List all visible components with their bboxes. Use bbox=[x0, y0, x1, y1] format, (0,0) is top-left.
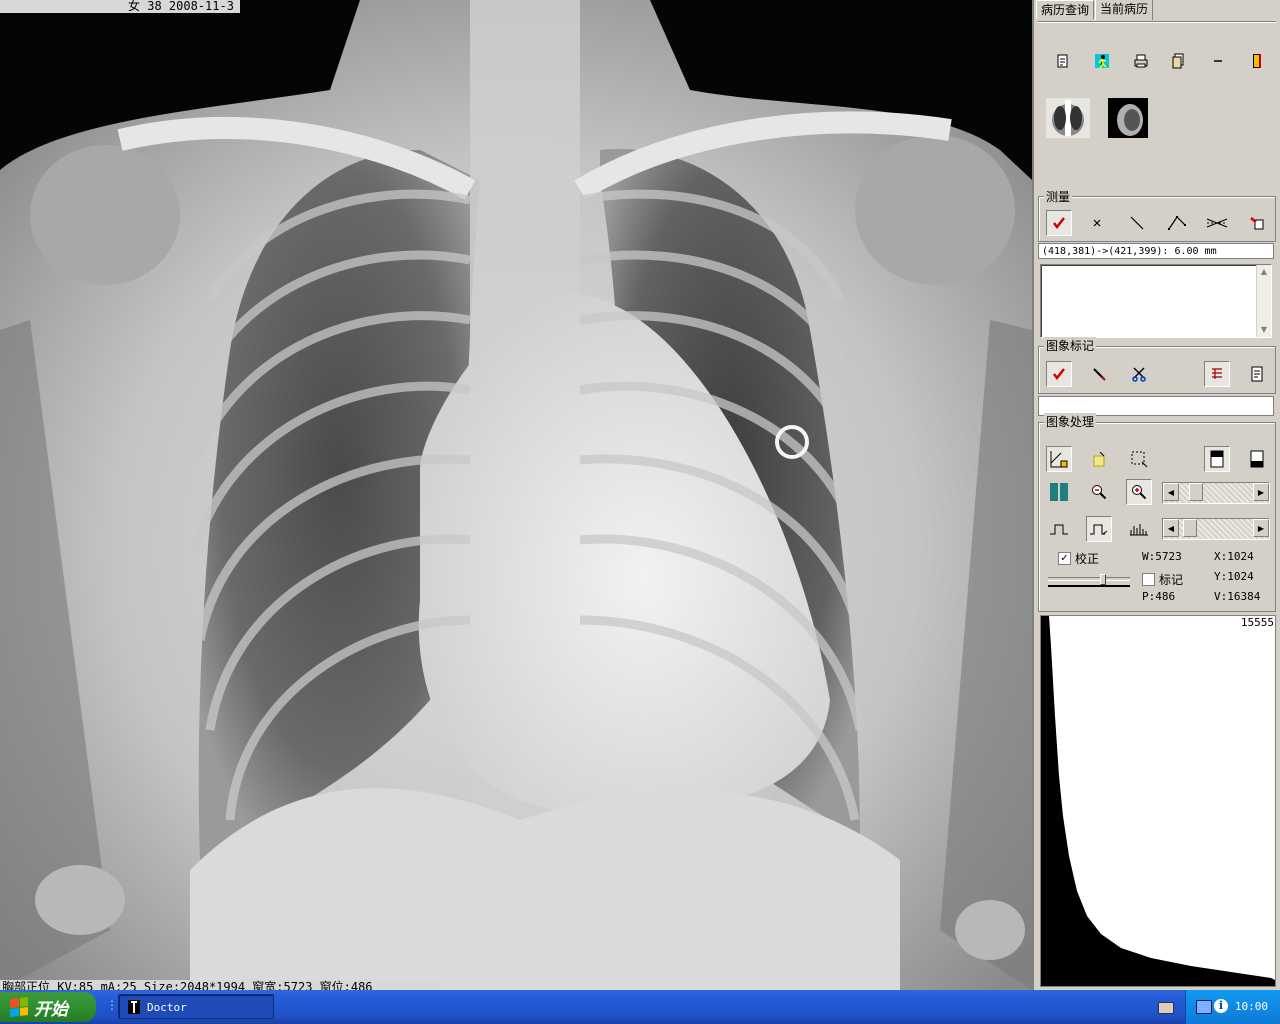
exit-door-icon[interactable] bbox=[1244, 48, 1270, 74]
split-view-icon[interactable] bbox=[1046, 479, 1072, 505]
mark-checkbox[interactable]: 标记 bbox=[1142, 571, 1183, 588]
x-value: X:1024 bbox=[1214, 550, 1254, 563]
histogram-area bbox=[1041, 616, 1275, 986]
zoom-out-icon[interactable] bbox=[1086, 479, 1112, 505]
mark-label: 标记 bbox=[1159, 573, 1184, 587]
zoom-slider-thumb[interactable] bbox=[1189, 483, 1203, 501]
doctor-app-icon bbox=[128, 1000, 140, 1014]
info-icon[interactable]: i bbox=[1214, 999, 1228, 1013]
measure-readout: (418,381)->(421,399): 6.00 mm bbox=[1038, 243, 1274, 259]
ruler-measure-icon[interactable] bbox=[1204, 210, 1230, 236]
measure-group-label: 测量 bbox=[1044, 188, 1073, 205]
line-measure-icon[interactable] bbox=[1124, 210, 1150, 236]
start-label: 开始 bbox=[34, 999, 68, 1020]
histogram-max-label: 15555 bbox=[1240, 616, 1274, 629]
chest-xray-image[interactable] bbox=[0, 0, 1032, 990]
zoom-slider[interactable]: ◀ ▶ bbox=[1162, 482, 1270, 504]
tab-record-query[interactable]: 病历查询 bbox=[1036, 0, 1095, 19]
notes-textarea[interactable]: ▲ ▼ bbox=[1040, 264, 1272, 338]
histogram-panel[interactable]: 0 15555 bbox=[1040, 615, 1276, 987]
point-cross-icon[interactable] bbox=[1084, 210, 1110, 236]
annotate-region-icon[interactable] bbox=[1086, 446, 1112, 472]
minimize-icon[interactable] bbox=[1205, 48, 1231, 74]
control-panel: 病历查询 当前病历 测量 (418,381)->(421,399): 6.00 … bbox=[1032, 0, 1280, 990]
y-value: Y:1024 bbox=[1214, 570, 1254, 583]
thumbnail-chest-lateral[interactable] bbox=[1108, 98, 1148, 138]
checkmark-icon[interactable] bbox=[1046, 210, 1072, 236]
window-top-icon[interactable] bbox=[1204, 446, 1230, 472]
angle-measure-icon[interactable] bbox=[1164, 210, 1190, 236]
patient-info-overlay: 女 38 2008-11-3 bbox=[0, 0, 240, 13]
start-button[interactable]: 开始 bbox=[0, 992, 96, 1022]
window-bottom-icon[interactable] bbox=[1244, 446, 1270, 472]
text-mark-icon[interactable] bbox=[1204, 361, 1230, 387]
taskbar-grip: ⋮ bbox=[106, 998, 118, 1012]
histogram-icon[interactable] bbox=[1126, 516, 1152, 542]
taskbar-item-label: Doctor bbox=[147, 1001, 187, 1014]
taskbar-item-doctor[interactable]: Doctor bbox=[118, 994, 274, 1019]
report-icon[interactable] bbox=[1244, 361, 1270, 387]
thumbnail-spine[interactable] bbox=[1046, 98, 1090, 138]
notes-scrollbar[interactable]: ▲ ▼ bbox=[1256, 265, 1271, 337]
scissors-icon[interactable] bbox=[1126, 361, 1152, 387]
contrast-slider-thumb[interactable] bbox=[1183, 519, 1197, 537]
select-region-icon[interactable] bbox=[1126, 446, 1152, 472]
clear-measure-icon[interactable] bbox=[1244, 210, 1270, 236]
exposure-info-overlay: 胸部正位 KV:85 mA:25 Size:2048*1994 窗宽:5723 … bbox=[0, 980, 440, 990]
calibrate-checkbox[interactable]: ✓ 校正 bbox=[1058, 550, 1099, 567]
taskbar: 开始 ⋮ Doctor i 10:00 bbox=[0, 990, 1280, 1024]
window-curve-icon[interactable] bbox=[1046, 516, 1072, 542]
processing-group-label: 图象处理 bbox=[1044, 413, 1097, 430]
open-file-icon[interactable] bbox=[1050, 48, 1076, 74]
network-icon[interactable] bbox=[1196, 1000, 1212, 1014]
keyboard-icon[interactable] bbox=[1158, 1002, 1174, 1014]
clock: 10:00 bbox=[1234, 1000, 1268, 1013]
gamma-slider[interactable] bbox=[1048, 574, 1130, 587]
mark-check-icon[interactable] bbox=[1046, 361, 1072, 387]
panel-tabs: 病历查询 当前病历 bbox=[1036, 0, 1154, 20]
system-tray: i 10:00 bbox=[1185, 990, 1280, 1024]
window-curve-active-icon[interactable] bbox=[1086, 516, 1112, 542]
windows-logo-icon bbox=[10, 997, 28, 1017]
window-level-value: P:486 bbox=[1142, 590, 1176, 603]
tab-current-record[interactable]: 当前病历 bbox=[1095, 0, 1154, 20]
histogram-min-label: 0 bbox=[1042, 616, 1049, 629]
max-value: V:16384 bbox=[1214, 590, 1261, 603]
zoom-in-icon[interactable] bbox=[1126, 479, 1152, 505]
histogram-chart bbox=[1041, 616, 1275, 986]
print-icon[interactable] bbox=[1128, 48, 1154, 74]
contrast-slider[interactable]: ◀ ▶ bbox=[1162, 518, 1270, 540]
run-icon[interactable] bbox=[1089, 48, 1115, 74]
calibrate-label: 校正 bbox=[1075, 552, 1100, 566]
image-viewer[interactable]: 女 38 2008-11-3 胸部正位 KV:85 mA:25 Size:204… bbox=[0, 0, 1032, 990]
window-width-value: W:5723 bbox=[1142, 550, 1182, 563]
pencil-icon[interactable] bbox=[1086, 361, 1112, 387]
marking-group-label: 图象标记 bbox=[1044, 337, 1097, 354]
crop-region-icon[interactable] bbox=[1046, 446, 1072, 472]
export-icon[interactable] bbox=[1166, 48, 1192, 74]
